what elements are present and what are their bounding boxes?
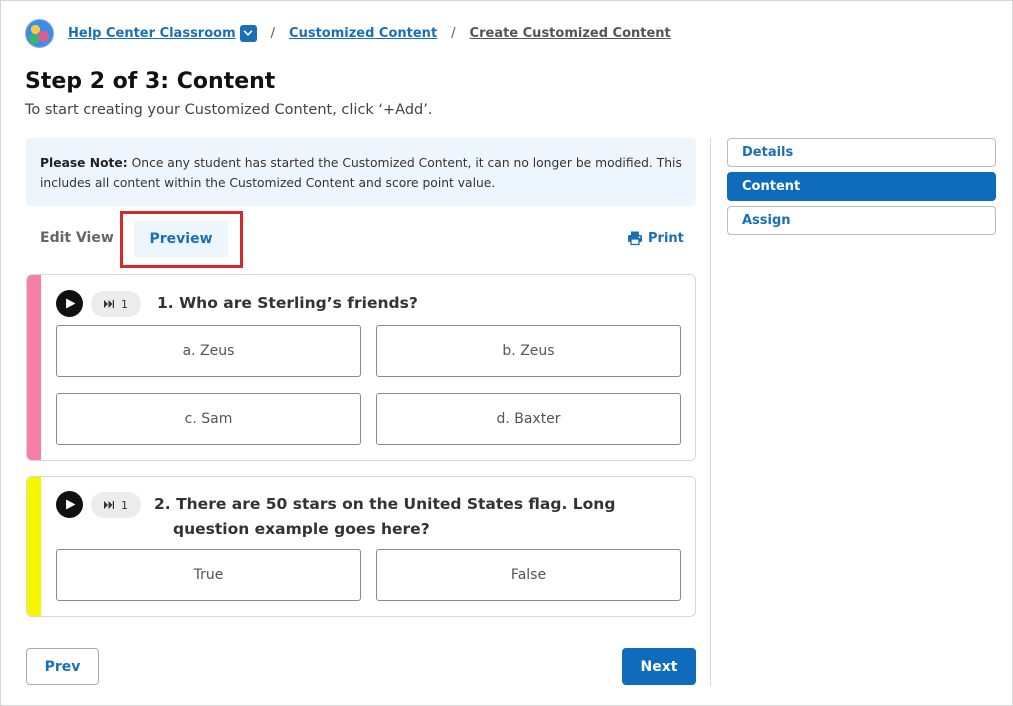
chevron-down-icon[interactable] [239, 24, 257, 42]
answer-option[interactable]: a. Zeus [56, 325, 361, 377]
question-card-1: 1 1. Who are Sterling’s friends? a. Zeus… [26, 274, 696, 461]
answer-option[interactable]: d. Baxter [376, 393, 681, 445]
classroom-globe-icon [25, 18, 54, 48]
speed-value: 1 [121, 498, 128, 512]
next-button[interactable]: Next [622, 648, 696, 685]
playback-speed-button[interactable]: 1 [91, 291, 141, 317]
page-subtitle: To start creating your Customized Conten… [25, 102, 433, 118]
question-text-line: question example goes here? [173, 520, 430, 538]
breadcrumb: Help Center Classroom / Customized Conte… [25, 18, 671, 48]
printer-icon [628, 231, 642, 246]
speed-value: 1 [121, 297, 128, 311]
play-audio-button[interactable] [56, 491, 83, 518]
breadcrumb-current[interactable]: Create Customized Content [470, 26, 671, 41]
question-text: 2. There are 50 stars on the United Stat… [154, 492, 615, 542]
page-title: Step 2 of 3: Content [25, 69, 276, 94]
tab-edit-view[interactable]: Edit View [40, 230, 114, 246]
note-text: Once any student has started the Customi… [40, 156, 682, 190]
breadcrumb-separator: / [451, 25, 456, 41]
info-note: Please Note: Once any student has starte… [26, 138, 696, 206]
prev-button[interactable]: Prev [26, 648, 99, 685]
step-content[interactable]: Content [727, 172, 996, 201]
note-label: Please Note: [40, 156, 128, 170]
answer-option[interactable]: c. Sam [56, 393, 361, 445]
print-button[interactable]: Print [627, 230, 684, 246]
fast-forward-icon [104, 501, 114, 509]
vertical-divider [710, 138, 711, 686]
answer-option[interactable]: False [376, 549, 681, 601]
play-audio-button[interactable] [56, 290, 83, 317]
step-assign[interactable]: Assign [727, 206, 996, 235]
tab-preview[interactable]: Preview [134, 221, 228, 257]
answer-option[interactable]: True [56, 549, 361, 601]
question-text: 1. Who are Sterling’s friends? [157, 294, 418, 312]
page-frame: Help Center Classroom / Customized Conte… [0, 0, 1013, 706]
breadcrumb-classroom-link[interactable]: Help Center Classroom [68, 26, 236, 41]
answer-option[interactable]: b. Zeus [376, 325, 681, 377]
question-color-bar [27, 275, 41, 460]
question-color-bar [27, 477, 41, 616]
breadcrumb-section-link[interactable]: Customized Content [289, 26, 437, 41]
question-card-2: 1 2. There are 50 stars on the United St… [26, 476, 696, 617]
fast-forward-icon [104, 300, 114, 308]
playback-speed-button[interactable]: 1 [91, 492, 141, 518]
play-icon [66, 499, 76, 510]
step-details[interactable]: Details [727, 138, 996, 167]
breadcrumb-separator: / [270, 25, 276, 41]
question-text-line: 2. There are 50 stars on the United Stat… [154, 495, 616, 513]
print-label: Print [648, 230, 684, 246]
play-icon [66, 298, 76, 309]
